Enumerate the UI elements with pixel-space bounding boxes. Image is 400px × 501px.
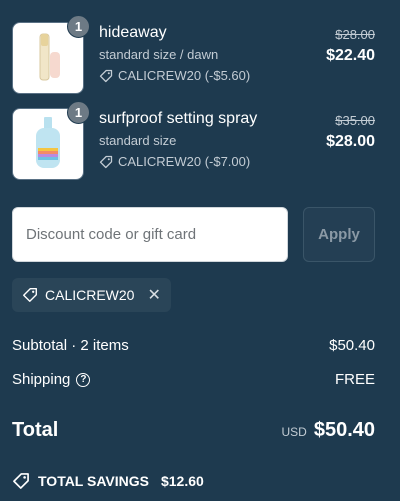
item-discount: CALICREW20 (-$5.60) (99, 68, 250, 83)
quantity-badge: 1 (67, 15, 90, 38)
product-variant: standard size / dawn (99, 47, 219, 62)
shipping-row: Shipping ? FREE (12, 371, 375, 388)
discount-code-input[interactable] (12, 207, 288, 262)
original-price: $35.00 (335, 113, 375, 128)
tags-icon (13, 473, 29, 489)
product-variant: standard size (99, 133, 177, 148)
total-row: Total USD $50.40 (12, 419, 375, 442)
product-name: surfproof setting spray (99, 110, 258, 127)
savings-label: TOTAL SAVINGS (38, 473, 149, 489)
cart-item: 1 hideaway standard size / dawn CALICREW… (0, 15, 400, 102)
currency-code: USD (281, 425, 307, 439)
tag-icon (99, 69, 113, 82)
tag-icon (23, 288, 37, 302)
shipping-label: Shipping (12, 371, 71, 388)
discounted-price: $22.40 (326, 47, 375, 64)
remove-discount-icon[interactable]: ✕ (147, 285, 160, 305)
original-price: $28.00 (335, 27, 375, 42)
cart-item: 1 surfproof setting spray standard size … (0, 101, 400, 188)
shipping-value: FREE (334, 371, 375, 388)
product-name: hideaway (99, 24, 167, 41)
concealer-tube-image (39, 33, 60, 81)
discounted-price: $28.00 (326, 133, 375, 150)
quantity-badge: 1 (67, 101, 90, 124)
applied-discount-chip: CALICREW20 ✕ (12, 278, 171, 312)
savings-value: $12.60 (160, 473, 204, 489)
subtotal-value: $50.40 (329, 337, 375, 354)
total-value: $50.40 (313, 419, 375, 441)
apply-button[interactable]: Apply (303, 207, 375, 262)
applied-discount-code: CALICREW20 (45, 287, 135, 303)
item-discount-label: CALICREW20 (-$7.00) (118, 154, 251, 169)
total-label: Total (12, 419, 59, 441)
subtotal-row: Subtotal · 2 items $50.40 (12, 337, 375, 354)
help-icon[interactable]: ? (76, 372, 91, 387)
item-discount-label: CALICREW20 (-$5.60) (118, 68, 251, 83)
setting-spray-bottle-image (36, 117, 60, 168)
tag-icon (99, 155, 113, 168)
item-discount: CALICREW20 (-$7.00) (99, 154, 250, 169)
subtotal-label: Subtotal · 2 items (12, 337, 129, 354)
total-savings: TOTAL SAVINGS $12.60 (12, 472, 204, 490)
